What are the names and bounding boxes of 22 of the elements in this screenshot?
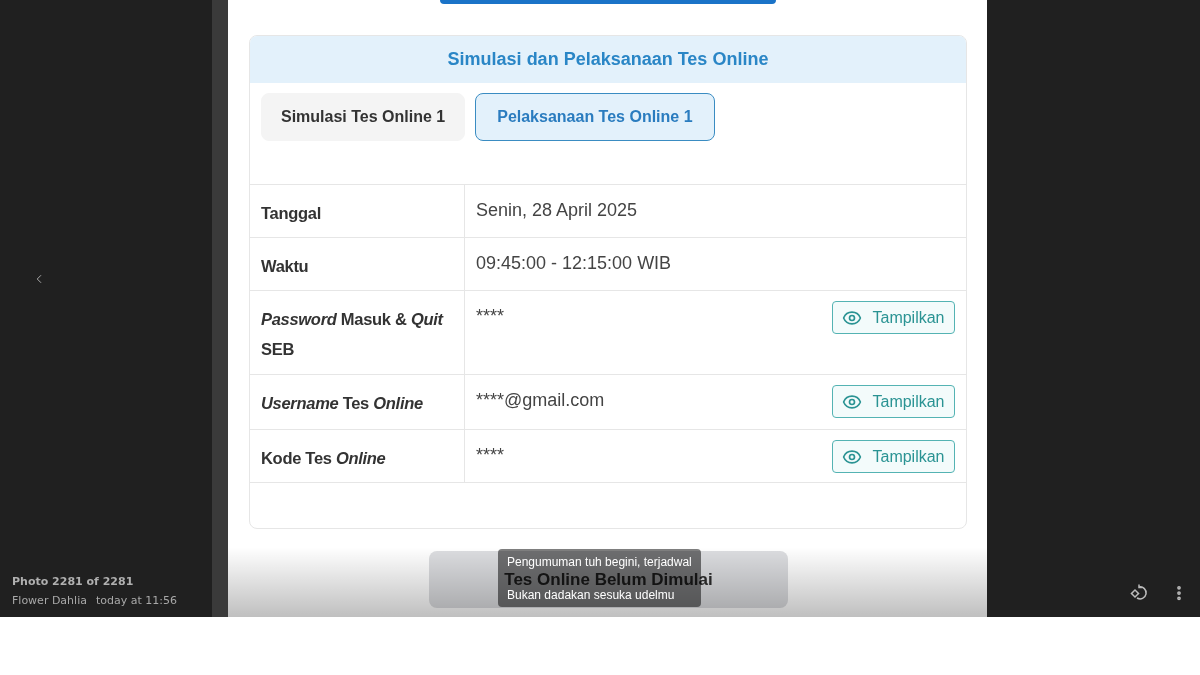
- caption-line: Pengumuman tuh begini, terjadwal: [507, 555, 692, 569]
- field-label: Kode Tes Online: [261, 448, 386, 469]
- message-time: today at 11:56: [95, 592, 177, 609]
- field-value: ****@gmail.com: [476, 389, 605, 412]
- section-title: Simulasi dan Pelaksanaan Tes Online: [447, 48, 769, 71]
- caption-line: Bukan dadakan sesuka udelmu: [507, 588, 676, 602]
- tab[interactable]: Pelaksanaan Tes Online 1: [475, 93, 715, 141]
- field-value: Senin, 28 April 2025: [476, 199, 638, 222]
- photo-counter: Photo 2281 of 2281: [12, 574, 135, 590]
- field-label: Waktu: [261, 256, 309, 277]
- field-label: Username Tes Online: [261, 393, 423, 414]
- field-value: ****: [476, 305, 505, 328]
- field-label: Password Masuk & Quit SEB: [261, 309, 445, 360]
- field-label: Tanggal: [261, 203, 321, 224]
- show-button[interactable]: Tampilkan: [832, 440, 955, 473]
- field-value: 09:45:00 - 12:15:00 WIB: [476, 252, 672, 275]
- rotate-icon[interactable]: [1130, 583, 1150, 603]
- field-value: ****: [476, 444, 505, 467]
- show-button[interactable]: Tampilkan: [832, 385, 955, 418]
- sender-name: Flower Dahlia: [12, 592, 87, 609]
- tab[interactable]: Simulasi Tes Online 1: [261, 93, 466, 141]
- show-button[interactable]: Tampilkan: [832, 301, 955, 334]
